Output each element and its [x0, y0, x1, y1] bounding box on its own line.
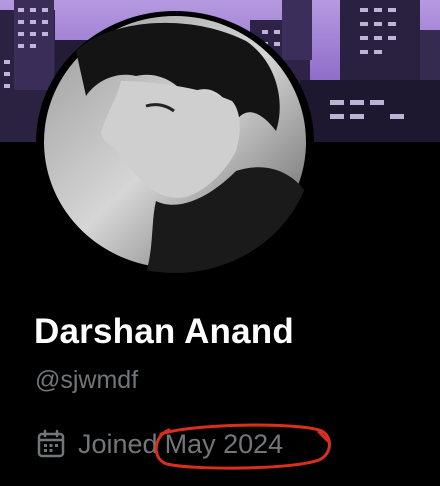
joined-date-text: May 2024 [164, 428, 284, 459]
display-name: Darshan Anand [34, 312, 294, 351]
joined-date: May 2024 [154, 423, 331, 470]
handle: @sjwmdf [35, 366, 139, 394]
avatar-image [44, 16, 311, 273]
calendar-icon [37, 429, 65, 458]
profile-avatar[interactable] [36, 11, 314, 273]
joined-label: Joined [78, 428, 158, 459]
joined-info: Joined May 2024 [36, 423, 331, 470]
